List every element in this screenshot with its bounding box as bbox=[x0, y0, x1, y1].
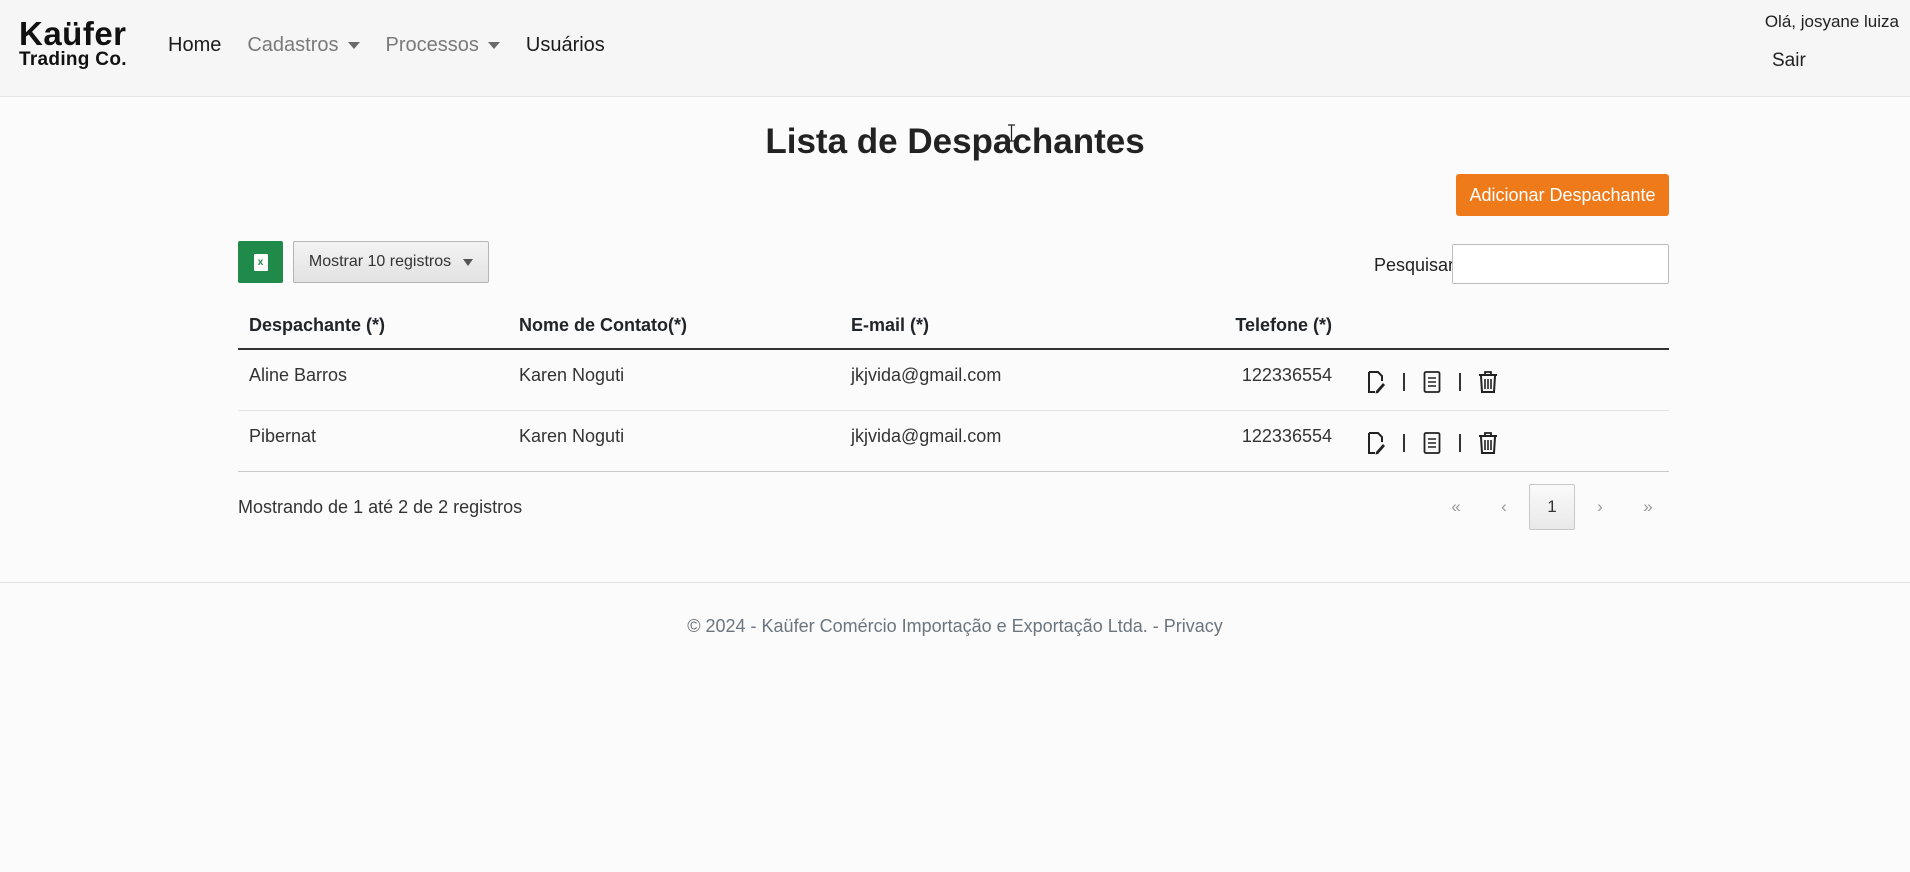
footer-divider bbox=[0, 582, 1910, 583]
search-label: Pesquisar bbox=[1374, 255, 1455, 275]
col-telefone[interactable]: Telefone (*) bbox=[1235, 315, 1332, 336]
cell-email: jkjvida@gmail.com bbox=[851, 365, 1002, 385]
cell-telefone: 122336554 bbox=[1241, 365, 1332, 385]
row-actions bbox=[1366, 370, 1498, 394]
divider bbox=[1403, 434, 1405, 452]
page-length-label: Mostrar 10 registros bbox=[308, 253, 452, 270]
footer-copyright: © 2024 - Kaüfer Comércio Importação e Ex… bbox=[687, 616, 1164, 636]
divider bbox=[1403, 373, 1405, 391]
file-excel-icon: x bbox=[253, 253, 268, 271]
cell-contato: Karen Noguti bbox=[519, 365, 625, 385]
export-excel-button[interactable]: x bbox=[238, 241, 283, 283]
caret-down-icon bbox=[463, 258, 474, 266]
main-nav: Home Cadastros Processos Usuários bbox=[168, 34, 631, 57]
cell-despachante: Aline Barros bbox=[249, 365, 348, 385]
brand-line1: Kaüfer bbox=[19, 15, 127, 52]
navbar: Kaüfer Trading Co. Home Cadastros Proces… bbox=[0, 0, 1910, 97]
row-actions bbox=[1366, 431, 1498, 455]
document-icon[interactable] bbox=[1422, 431, 1442, 455]
table-info: Mostrando de 1 até 2 de 2 registros bbox=[238, 497, 523, 517]
trash-icon[interactable] bbox=[1478, 370, 1498, 394]
divider bbox=[1459, 434, 1461, 452]
nav-processos-label: Processos bbox=[385, 34, 479, 56]
privacy-link[interactable]: Privacy bbox=[1164, 616, 1223, 636]
user-greeting[interactable]: Olá, josyane luiza bbox=[1765, 12, 1899, 32]
cell-despachante: Pibernat bbox=[249, 426, 317, 446]
trash-icon[interactable] bbox=[1478, 431, 1498, 455]
nav-cadastros-dropdown[interactable]: Cadastros bbox=[247, 34, 360, 57]
page-last-button[interactable]: » bbox=[1625, 484, 1671, 530]
page-first-button[interactable]: « bbox=[1433, 484, 1479, 530]
nav-usuarios[interactable]: Usuários bbox=[526, 34, 605, 57]
cell-contato: Karen Noguti bbox=[519, 426, 625, 446]
edit-document-icon[interactable] bbox=[1366, 370, 1386, 394]
page-title: Lista de Despachantes bbox=[765, 122, 1145, 161]
nav-home[interactable]: Home bbox=[168, 34, 221, 57]
cell-email: jkjvida@gmail.com bbox=[851, 426, 1002, 446]
page-current-button[interactable]: 1 bbox=[1529, 484, 1575, 530]
col-despachante[interactable]: Despachante (*) bbox=[249, 315, 385, 336]
footer: © 2024 - Kaüfer Comércio Importação e Ex… bbox=[0, 616, 1910, 637]
logout-link[interactable]: Sair bbox=[1772, 50, 1806, 72]
despachantes-table: Despachante (*) Nome de Contato(*) E-mai… bbox=[238, 300, 1669, 472]
document-icon[interactable] bbox=[1422, 370, 1442, 394]
table-row: Pibernat Karen Noguti jkjvida@gmail.com … bbox=[238, 411, 1669, 472]
brand-logo[interactable]: Kaüfer Trading Co. bbox=[19, 17, 127, 69]
add-despachante-button[interactable]: Adicionar Despachante bbox=[1456, 174, 1669, 216]
chevron-down-icon bbox=[487, 42, 500, 49]
brand-line2: Trading Co. bbox=[19, 49, 127, 70]
nav-processos-dropdown[interactable]: Processos bbox=[386, 34, 500, 57]
col-email[interactable]: E-mail (*) bbox=[851, 315, 929, 336]
cell-telefone: 122336554 bbox=[1241, 426, 1332, 446]
edit-document-icon[interactable] bbox=[1366, 431, 1386, 455]
table-header: Despachante (*) Nome de Contato(*) E-mai… bbox=[238, 300, 1669, 350]
page-prev-button[interactable]: ‹ bbox=[1481, 484, 1527, 530]
col-contato[interactable]: Nome de Contato(*) bbox=[519, 315, 687, 336]
nav-cadastros-label: Cadastros bbox=[247, 34, 339, 56]
nav-usuarios-label: Usuários bbox=[525, 34, 605, 56]
page-length-select[interactable]: Mostrar 10 registros bbox=[293, 241, 489, 283]
search-input[interactable] bbox=[1452, 244, 1669, 284]
nav-home-label: Home bbox=[168, 34, 222, 56]
chevron-down-icon bbox=[347, 42, 360, 49]
table-row: Aline Barros Karen Noguti jkjvida@gmail.… bbox=[238, 350, 1669, 411]
divider bbox=[1459, 373, 1461, 391]
pagination: « ‹ 1 › » bbox=[1433, 484, 1671, 530]
text-cursor-icon bbox=[1008, 124, 1015, 142]
page-next-button[interactable]: › bbox=[1577, 484, 1623, 530]
